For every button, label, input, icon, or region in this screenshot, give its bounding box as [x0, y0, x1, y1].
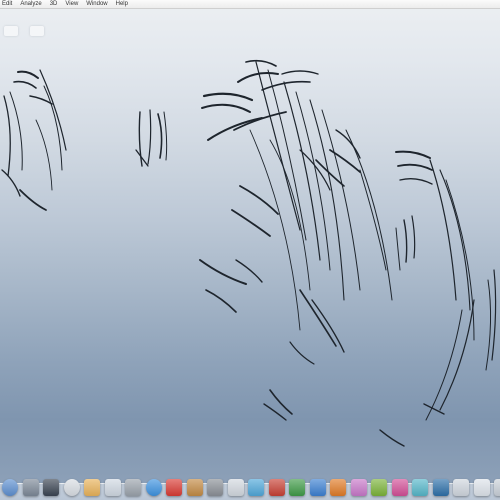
folder-icon[interactable]	[84, 479, 100, 496]
trash-icon[interactable]	[494, 479, 500, 496]
dock-icons	[0, 474, 500, 496]
app-store-icon[interactable]	[145, 479, 162, 496]
safari-icon[interactable]	[63, 479, 80, 496]
calendar-icon[interactable]	[166, 479, 182, 496]
menu-analyze[interactable]: Analyze	[20, 0, 41, 9]
menu-help[interactable]: Help	[116, 0, 128, 9]
menu-view[interactable]: View	[65, 0, 78, 9]
itunes-icon[interactable]	[350, 479, 367, 496]
preview-icon[interactable]	[227, 479, 244, 496]
teal-app-icon[interactable]	[412, 479, 428, 496]
pink-app-icon[interactable]	[391, 479, 408, 496]
green-app-icon[interactable]	[371, 479, 387, 496]
photoshop-icon[interactable]	[432, 479, 449, 496]
menu-3d[interactable]: 3D	[50, 0, 58, 9]
desktop-screen: Edit Analyze 3D View Window Help	[0, 0, 500, 500]
menu-window[interactable]: Window	[86, 0, 107, 9]
menu-bar: Edit Analyze 3D View Window Help	[0, 0, 500, 9]
photo-booth-icon[interactable]	[268, 479, 285, 496]
finder-icon[interactable]	[2, 479, 18, 496]
downloads-stack-icon[interactable]	[453, 479, 469, 496]
powerpoint-icon[interactable]	[330, 479, 346, 496]
mission-control-icon[interactable]	[43, 479, 59, 496]
excel-icon[interactable]	[289, 479, 305, 496]
word-icon[interactable]	[309, 479, 326, 496]
document-icon[interactable]	[30, 26, 44, 36]
document-icon[interactable]	[4, 26, 18, 36]
system-preferences-icon[interactable]	[125, 479, 141, 496]
maps-icon[interactable]	[248, 479, 264, 496]
menu-edit[interactable]: Edit	[2, 0, 12, 9]
wallpaper-reeds-reflection	[1, 59, 497, 447]
dashboard-icon[interactable]	[22, 479, 39, 496]
documents-stack-icon[interactable]	[473, 479, 490, 496]
contacts-icon[interactable]	[186, 479, 203, 496]
mail-icon[interactable]	[104, 479, 121, 496]
desktop-icons	[0, 26, 44, 36]
settings-icon[interactable]	[207, 479, 223, 496]
dock	[0, 470, 500, 500]
